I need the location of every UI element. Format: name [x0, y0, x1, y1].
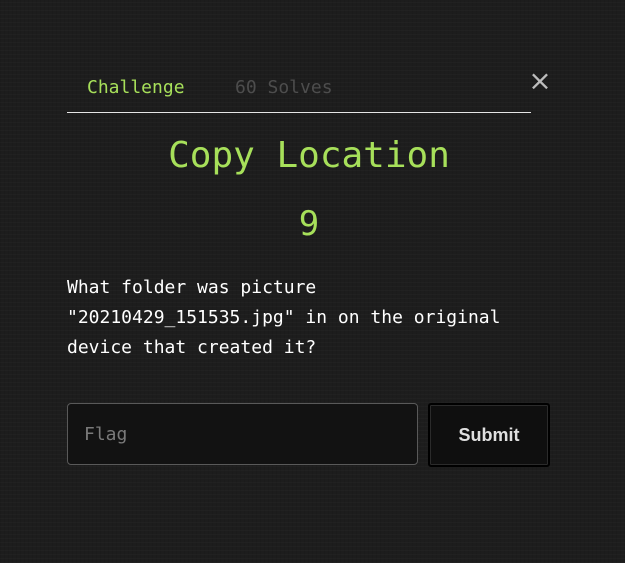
close-icon[interactable]: × [528, 67, 552, 95]
tab-challenge[interactable]: Challenge [87, 78, 185, 98]
flag-input[interactable] [67, 403, 418, 465]
challenge-value: 9 [298, 204, 320, 244]
tab-bar: Challenge 60 Solves [67, 70, 531, 113]
submit-button[interactable]: Submit [428, 403, 550, 467]
challenge-modal: Challenge 60 Solves × Copy Location 9 Wh… [0, 0, 625, 563]
tab-solves[interactable]: 60 Solves [235, 78, 333, 98]
challenge-description: What folder was picture "20210429_151535… [67, 277, 501, 358]
challenge-title: Copy Location [168, 135, 450, 176]
